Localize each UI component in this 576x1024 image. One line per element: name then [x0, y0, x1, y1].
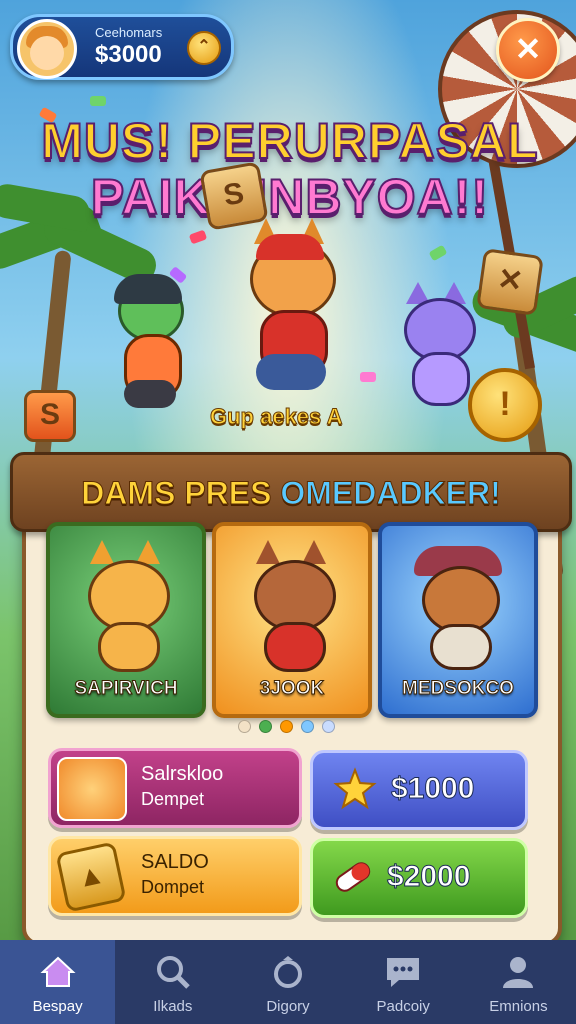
player-profile[interactable]: Ceehomars $3000 ⌃	[10, 14, 234, 80]
home-icon	[40, 956, 76, 987]
confetti	[90, 96, 106, 106]
card-character-art	[80, 540, 172, 672]
card-character-art	[412, 546, 504, 670]
confetti	[360, 372, 376, 382]
avatar	[17, 19, 77, 79]
carousel-dot[interactable]	[259, 720, 272, 733]
carousel-dot[interactable]	[322, 720, 335, 733]
wallet-button-1[interactable]: Salrskloo Dempet	[48, 748, 302, 828]
chat-icon	[387, 958, 420, 987]
ring-icon	[274, 956, 302, 988]
wallet-sublabel: Dempet	[141, 789, 205, 809]
tab-profile[interactable]: Emnions	[461, 940, 576, 1024]
fox-avatar-icon	[57, 757, 127, 821]
dice-icon: S	[24, 390, 76, 442]
gem-icon: ▲	[55, 841, 127, 913]
tab-label: Emnions	[489, 998, 548, 1015]
tab-ring[interactable]: Digory	[230, 940, 345, 1024]
character-green	[96, 274, 206, 420]
character-purple	[396, 282, 486, 408]
capsule-icon	[335, 862, 371, 892]
player-name: Ceehomars	[95, 25, 163, 40]
panel-banner: DAMS PRES OMEDADKER!	[10, 452, 572, 532]
character-fox	[226, 218, 356, 406]
character-card-3[interactable]: MEDSOKCO	[378, 522, 538, 718]
buy-2000-button[interactable]: $2000	[310, 838, 528, 918]
banner-title-part2: OMEDADKER!	[280, 475, 501, 512]
carousel-dot[interactable]	[280, 720, 293, 733]
person-icon	[503, 957, 534, 988]
carousel-dots	[238, 720, 335, 733]
tab-chat[interactable]: Padcoiy	[346, 940, 461, 1024]
tab-label: Padcoiy	[376, 998, 430, 1015]
card-name: SAPIRVICH	[74, 678, 178, 700]
player-balance: $3000	[95, 41, 162, 68]
banner-title-part1: DAMS PRES	[81, 475, 281, 512]
subcaption: Gup aekes A	[209, 404, 343, 430]
title-line-2: PAIK MNBYOA!!	[90, 168, 490, 226]
wallet-sublabel: Dompet	[141, 877, 205, 897]
search-icon	[156, 956, 190, 989]
carousel-dot[interactable]	[301, 720, 314, 733]
tab-search[interactable]: Ilkads	[115, 940, 230, 1024]
card-name: MEDSOKCO	[402, 678, 515, 700]
tab-label: Bespay	[32, 998, 83, 1015]
bottom-tab-bar: Bespay Ilkads Digory Padcoiy Emnions	[0, 940, 576, 1024]
coin-icon[interactable]: ⌃	[187, 31, 221, 65]
buy-1000-button[interactable]: $1000	[310, 750, 528, 830]
character-card-1[interactable]: SAPIRVICH	[46, 522, 206, 718]
close-button[interactable]: ✕	[496, 18, 560, 82]
wallet-label: Salrskloo	[141, 763, 224, 785]
character-card-2[interactable]: 3JOOK	[212, 522, 372, 718]
tab-label: Digory	[266, 998, 310, 1015]
star-icon	[333, 767, 377, 810]
tab-home[interactable]: Bespay	[0, 940, 116, 1024]
dice-icon: ✕	[476, 248, 544, 316]
carousel-dot[interactable]	[238, 720, 251, 733]
card-character-art	[246, 540, 338, 672]
wallet-button-2[interactable]: ▲ SALDO Dompet	[48, 836, 302, 916]
card-name: 3JOOK	[259, 678, 325, 700]
tab-label: Ilkads	[153, 998, 193, 1015]
title-line-1: MUS! PERURPASAL	[40, 112, 539, 170]
price-label: $1000	[390, 772, 475, 806]
price-label: $2000	[386, 860, 471, 894]
wallet-label: SALDO	[141, 851, 209, 873]
